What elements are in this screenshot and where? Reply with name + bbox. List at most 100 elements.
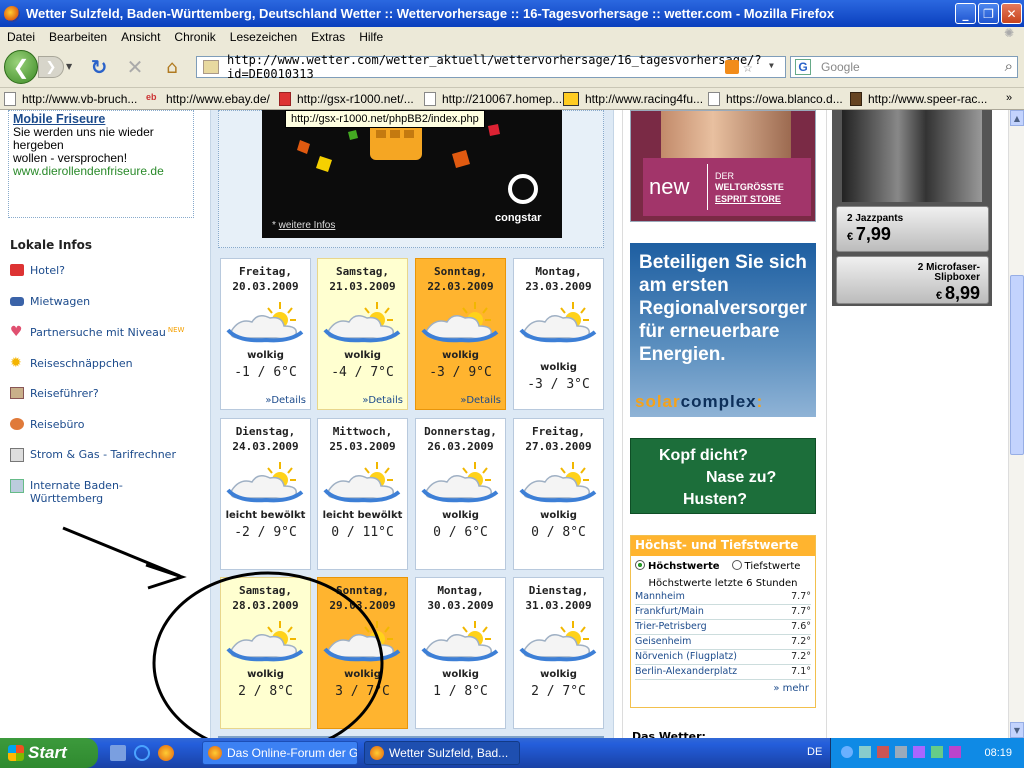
menu-extras[interactable]: Extras [304, 30, 352, 44]
bookmark-item[interactable]: http://www.racing4fu... [563, 92, 703, 106]
table-row[interactable]: Mannheim 7.7° [635, 589, 811, 605]
bookmark-label: http://www.speer-rac... [868, 92, 988, 106]
table-row[interactable]: Frankfurt/Main 7.7° [635, 604, 811, 620]
system-tray: DE 08:19 [807, 738, 1024, 768]
solarcomplex-ad[interactable]: Beteiligen Sie sich am ersten Regionalve… [630, 243, 816, 417]
bookmark-item[interactable]: http://www.vb-bruch... [4, 92, 137, 106]
close-button[interactable]: ✕ [1001, 3, 1022, 24]
clock: 08:19 [984, 747, 1012, 759]
stop-icon[interactable]: ✕ [124, 55, 146, 79]
menu-hilfe[interactable]: Hilfe [352, 30, 390, 44]
ie-icon[interactable] [134, 745, 150, 761]
bookmark-item[interactable]: eb http://www.ebay.de/ [146, 92, 270, 106]
currency: € [847, 231, 854, 243]
table-row[interactable]: Geisenheim 7.2° [635, 634, 811, 650]
value-cell: 7.2° [782, 649, 811, 665]
tray-arrow-icon[interactable] [841, 746, 853, 758]
underwear-photo [842, 110, 982, 202]
solarcomplex-logo: solarcomplex: [635, 392, 764, 411]
radio-label: Tiefstwerte [744, 561, 801, 572]
radio-hoechstwerte[interactable]: Höchstwerte [635, 560, 720, 572]
tray-app-icon[interactable] [913, 746, 925, 758]
table-row[interactable]: Trier-Petrisberg 7.6° [635, 619, 811, 635]
link-tooltip: http://gsx-r1000.net/phpBB2/index.php [285, 110, 485, 128]
security-icon[interactable] [877, 746, 889, 758]
bookmark-label: https://owa.blanco.d... [726, 92, 843, 106]
mehr-link[interactable]: » mehr [631, 683, 809, 694]
bookmark-item[interactable]: http://www.speer-rac... [850, 92, 987, 106]
reload-icon[interactable]: ↻ [88, 55, 110, 79]
task-label: Wetter Sulzfeld, Bad... [389, 746, 509, 760]
radio-selected-icon [635, 560, 645, 570]
hoechst-tiefst-widget: Höchst- und Tiefstwerte Höchstwerte Tief… [630, 535, 816, 708]
scroll-up-icon[interactable]: ▲ [1010, 110, 1024, 126]
city-cell[interactable]: Geisenheim [635, 634, 783, 650]
window-title-bar[interactable]: Wetter Sulzfeld, Baden-Württemberg, Deut… [0, 0, 1024, 27]
language-indicator[interactable]: DE [807, 746, 822, 758]
solar-text: Beteiligen Sie sich [639, 252, 807, 273]
firefox-icon [370, 746, 384, 760]
esprit-line3: ESPRIT STORE [715, 194, 781, 204]
speer-icon [850, 92, 862, 106]
url-bar[interactable]: http://www.wetter.com/wetter_aktuell/wet… [196, 53, 786, 81]
volume-icon[interactable] [895, 746, 907, 758]
minimize-button[interactable]: _ [955, 3, 976, 24]
page-icon [4, 92, 16, 106]
bookmark-item[interactable]: http://210067.homep... [424, 92, 562, 106]
currency: € [936, 290, 943, 302]
maximize-button[interactable]: ❐ [978, 3, 999, 24]
start-label: Start [28, 743, 67, 762]
city-cell[interactable]: Mannheim [635, 589, 783, 605]
price-box-slipboxer[interactable]: 2 Microfaser- Slipboxer € 8,99 [836, 256, 989, 304]
menu-chronik[interactable]: Chronik [167, 30, 222, 44]
bookmark-item[interactable]: https://owa.blanco.d... [708, 92, 843, 106]
price-item: Slipboxer [934, 272, 980, 283]
vertical-scrollbar[interactable]: ▲ ▼ [1008, 110, 1024, 738]
kopf-dicht-ad[interactable]: Kopf dicht? Nase zu? Husten? [630, 438, 816, 514]
menu-lesezeichen[interactable]: Lesezeichen [223, 30, 304, 44]
task-wetter[interactable]: Wetter Sulzfeld, Bad... [364, 741, 520, 765]
desktop-icon[interactable] [110, 745, 126, 761]
city-cell[interactable]: Nörvenich (Flugplatz) [635, 649, 783, 665]
tray-app-icon[interactable] [949, 746, 961, 758]
menu-ansicht[interactable]: Ansicht [114, 30, 167, 44]
back-button[interactable]: ❮ [4, 50, 38, 84]
history-dropdown-icon[interactable]: ▼ [66, 62, 72, 71]
bookmarks-overflow-icon[interactable]: » [1006, 92, 1012, 104]
bookmarks-toolbar: http://www.vb-bruch... eb http://www.ebay… [0, 88, 1024, 110]
menu-bearbeiten[interactable]: Bearbeiten [42, 30, 114, 44]
start-button[interactable]: Start [0, 738, 98, 768]
star-icon[interactable]: ☆ [743, 57, 753, 76]
task-forum[interactable]: Das Online-Forum der GSX... [202, 741, 358, 765]
radio-unselected-icon [731, 560, 742, 570]
value-cell: 7.1° [782, 664, 811, 680]
bookmark-item[interactable]: http://gsx-r1000.net/... [279, 92, 414, 106]
menu-datei[interactable]: Datei [0, 30, 42, 44]
firefox-icon [4, 5, 20, 22]
home-icon[interactable]: ⌂ [160, 56, 184, 78]
url-dropdown-icon[interactable]: ▼ [769, 61, 774, 70]
firefox-quicklaunch-icon[interactable] [158, 745, 174, 761]
search-icon[interactable]: ⌕ [1005, 58, 1013, 75]
table-row[interactable]: Nörvenich (Flugplatz) 7.2° [635, 649, 811, 665]
esprit-banner[interactable]: new DER WELTGRÖSSTE ESPRIT STORE [643, 158, 811, 216]
city-cell[interactable]: Frankfurt/Main [635, 604, 783, 620]
bookmark-label: http://www.vb-bruch... [22, 92, 138, 106]
racing-icon [563, 92, 579, 106]
search-input[interactable]: G Google ⌕ [790, 56, 1018, 78]
network-icon[interactable] [859, 746, 871, 758]
table-row[interactable]: Berlin-Alexanderplatz 7.1° [635, 664, 811, 680]
google-icon[interactable]: G [795, 59, 811, 75]
city-cell[interactable]: Trier-Petrisberg [635, 619, 783, 635]
page-icon [424, 92, 436, 106]
radio-tiefstwerte[interactable]: Tiefstwerte [731, 560, 801, 572]
tray-app-icon[interactable] [931, 746, 943, 758]
scroll-thumb[interactable] [1010, 275, 1024, 455]
page-content: Mobile Friseure Sie werden uns nie wiede… [0, 110, 1008, 738]
forward-button[interactable]: ❯ [38, 56, 64, 78]
price-box-jazzpants[interactable]: 2 Jazzpants € 7,99 [836, 206, 989, 252]
price-value: 8,99 [944, 283, 980, 303]
rss-icon[interactable] [725, 60, 739, 74]
scroll-down-icon[interactable]: ▼ [1010, 722, 1024, 738]
city-cell[interactable]: Berlin-Alexanderplatz [635, 664, 783, 680]
